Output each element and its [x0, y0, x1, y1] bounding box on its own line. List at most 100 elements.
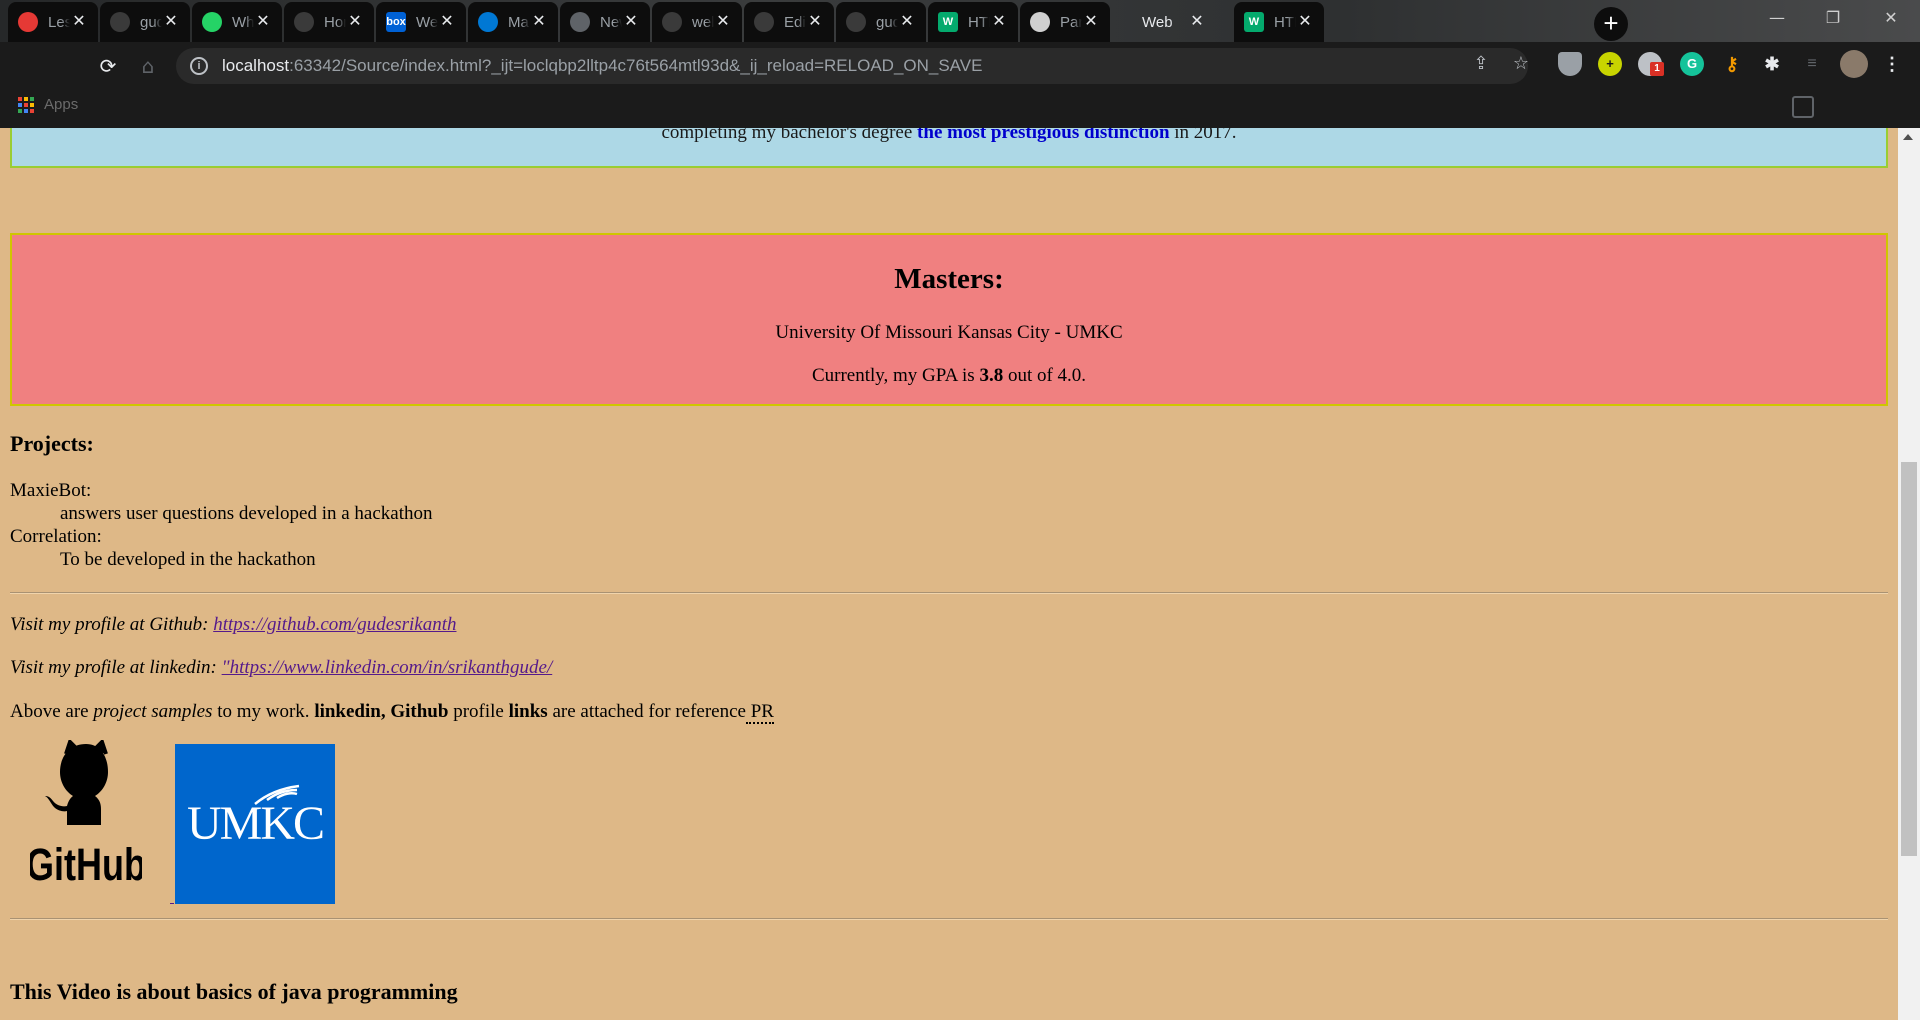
note-bold: linkedin, Github: [314, 701, 449, 722]
github-profile-link[interactable]: https://github.com/gudesrikanth: [213, 614, 456, 635]
github-icon: [846, 12, 866, 32]
browser-tab[interactable]: Hom✕: [284, 2, 374, 42]
tab-close-icon[interactable]: ✕: [714, 13, 732, 31]
page-content: completing my bachelor's degree the most…: [0, 128, 1898, 1020]
tab-close-icon[interactable]: ✕: [254, 13, 272, 31]
browser-tab[interactable]: W HTM✕: [928, 2, 1018, 42]
divider: [10, 918, 1888, 920]
gpa-value: 3.8: [979, 365, 1004, 386]
browser-tab[interactable]: box Web✕: [376, 2, 466, 42]
maximize-button[interactable]: ❐: [1818, 8, 1848, 32]
apps-grid-icon: [18, 96, 34, 113]
quill-icon: [1030, 12, 1050, 32]
reading-list-icon[interactable]: [1792, 96, 1814, 118]
close-window-button[interactable]: ✕: [1876, 8, 1906, 32]
browser-chrome: Lesso✕gude✕Wha✕Hom✕boxWeb✕Mail✕New✕web✕E…: [0, 0, 1920, 128]
github-profile-label: Visit my profile at Github:: [10, 614, 214, 635]
gpa-prefix: Currently, my GPA is: [811, 365, 980, 386]
page-scrollbar[interactable]: [1898, 128, 1920, 1020]
note-italic: project samples: [93, 701, 213, 722]
browser-tab[interactable]: Mail✕: [468, 2, 558, 42]
tab-close-icon[interactable]: ✕: [1188, 13, 1206, 31]
extension-with-badge-icon[interactable]: 1: [1638, 52, 1664, 76]
tab-close-icon[interactable]: ✕: [898, 13, 916, 31]
tab-close-icon[interactable]: ✕: [438, 13, 456, 31]
bachelor-text-end: in 2017.: [1169, 128, 1237, 143]
share-icon[interactable]: ⇪: [1466, 49, 1496, 79]
extension-badge: 1: [1650, 62, 1664, 76]
grammarly-icon[interactable]: G: [1680, 52, 1704, 76]
tab-close-icon[interactable]: ✕: [346, 13, 364, 31]
apps-label: Apps: [44, 96, 79, 113]
apps-shortcut[interactable]: Apps: [18, 96, 78, 113]
bookmarks-bar: [0, 90, 1920, 128]
tab-strip: Lesso✕gude✕Wha✕Hom✕boxWeb✕Mail✕New✕web✕E…: [0, 0, 1920, 42]
browser-tab[interactable]: W HTM✕: [1234, 2, 1324, 42]
tab-close-icon[interactable]: ✕: [622, 13, 640, 31]
umkc-logo-link[interactable]: UMKC: [175, 744, 335, 904]
profile-avatar[interactable]: [1840, 50, 1868, 78]
tab-title: Editi: [784, 13, 806, 31]
tab-close-icon[interactable]: ✕: [530, 13, 548, 31]
umkc-feather-icon: [254, 784, 300, 805]
minimize-button[interactable]: —: [1762, 8, 1792, 32]
yellow-extension-icon[interactable]: +: [1598, 52, 1622, 76]
github-icon: [662, 12, 682, 32]
masters-section: Masters: University Of Missouri Kansas C…: [10, 233, 1888, 406]
bachelor-text: completing my bachelor's degree the most…: [12, 128, 1886, 144]
browser-tab[interactable]: gude✕: [836, 2, 926, 42]
tab-close-icon[interactable]: ✕: [806, 13, 824, 31]
divider: [10, 592, 1888, 594]
browser-tab[interactable]: New✕: [560, 2, 650, 42]
pr-abbreviation: PR: [745, 701, 774, 724]
project-description: answers user questions developed in a ha…: [60, 503, 433, 524]
tab-close-icon[interactable]: ✕: [162, 13, 180, 31]
bachelor-text-start: completing my bachelor's degree: [661, 128, 918, 143]
extensions-puzzle-icon[interactable]: ✱: [1760, 52, 1784, 76]
project-name: MaxieBot:: [10, 480, 92, 501]
tab-close-icon[interactable]: ✕: [1082, 13, 1100, 31]
masters-title: Masters:: [894, 263, 1004, 295]
browser-tab[interactable]: Web ✕: [1126, 2, 1216, 42]
video-section-title: This Video is about basics of java progr…: [10, 979, 458, 1004]
home-icon[interactable]: ⌂: [132, 50, 164, 82]
tab-close-icon[interactable]: ✕: [1296, 13, 1314, 31]
browser-tab[interactable]: Editi✕: [744, 2, 834, 42]
projects-title: Projects:: [10, 431, 94, 456]
w3schools-icon: W: [938, 12, 958, 32]
browser-tab[interactable]: Wha✕: [192, 2, 282, 42]
browser-toolbar: ⟳ ⌂ i localhost:63342/Source/index.html?…: [0, 42, 1920, 90]
linkedin-profile-line: Visit my profile at linkedin: "https://w…: [10, 657, 552, 679]
browser-tab[interactable]: Para✕: [1020, 2, 1110, 42]
tab-title: Web: [416, 13, 438, 31]
note-bold: links: [508, 701, 548, 722]
note-text: to my work.: [212, 701, 315, 722]
reload-icon[interactable]: ⟳: [92, 50, 124, 82]
browser-tab[interactable]: Lesso✕: [8, 2, 98, 42]
note-text: Above are: [10, 701, 94, 722]
browser-menu-icon[interactable]: ⋮: [1880, 52, 1904, 76]
new-tab-button[interactable]: +: [1594, 7, 1628, 41]
scroll-up-arrow-icon[interactable]: [1903, 134, 1913, 140]
linkedin-profile-link[interactable]: "https://www.linkedin.com/in/srikanthgud…: [222, 657, 553, 678]
note-text: profile: [448, 701, 509, 722]
github-profile-line: Visit my profile at Github: https://gith…: [10, 614, 456, 636]
scrollbar-thumb[interactable]: [1901, 462, 1917, 856]
key-extension-icon[interactable]: ⚷: [1720, 52, 1744, 76]
browser-tab[interactable]: gude✕: [100, 2, 190, 42]
github-icon: [754, 12, 774, 32]
browser-tab[interactable]: web✕: [652, 2, 742, 42]
shield-extension-icon[interactable]: [1558, 52, 1582, 76]
tab-title: New: [600, 13, 622, 31]
tab-title: HTM: [968, 13, 990, 31]
github-logo-link[interactable]: GitHub: [26, 738, 146, 890]
tab-close-icon[interactable]: ✕: [70, 13, 88, 31]
media-control-icon[interactable]: ≡: [1800, 52, 1824, 76]
address-bar[interactable]: i localhost:63342/Source/index.html?_ijt…: [176, 48, 1528, 84]
bachelor-highlight: the most prestigious distinction: [917, 128, 1170, 143]
tab-close-icon[interactable]: ✕: [990, 13, 1008, 31]
outlook-icon: [478, 12, 498, 32]
site-info-icon[interactable]: i: [190, 57, 208, 75]
bookmark-star-icon[interactable]: ☆: [1506, 49, 1536, 79]
project-name: Correlation:: [10, 526, 102, 547]
